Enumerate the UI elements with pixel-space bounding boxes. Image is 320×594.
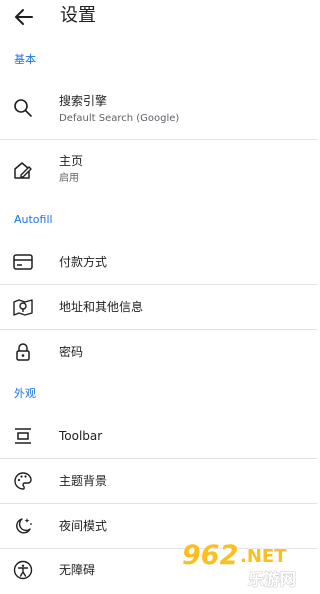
svg-text:乐游网: 乐游网 <box>248 570 296 589</box>
app-bar: 设置 <box>0 0 317 34</box>
svg-text:962: 962 <box>182 540 238 571</box>
moon-stars-icon <box>12 515 34 537</box>
search-engine-value: Default Search (Google) <box>59 113 180 124</box>
settings-item-payment-methods[interactable]: 付款方式 <box>0 240 317 284</box>
homepage-value: 启用 <box>59 173 79 184</box>
toolbar-label: Toolbar <box>59 429 103 443</box>
settings-item-addresses[interactable]: 地址和其他信息 <box>0 285 317 329</box>
accessibility-label: 无障碍 <box>59 563 96 577</box>
svg-text:.NET: .NET <box>240 546 287 567</box>
settings-item-search-engine[interactable]: 搜索引擎 Default Search (Google) <box>0 80 317 139</box>
homepage-label: 主页 <box>59 154 84 168</box>
arrow-left-icon <box>15 9 33 25</box>
settings-item-toolbar[interactable]: Toolbar <box>0 414 317 458</box>
night-mode-label: 夜间模式 <box>59 519 108 533</box>
lock-icon <box>12 341 34 363</box>
settings-item-passwords[interactable]: 密码 <box>0 330 317 374</box>
section-header-appearance: 外观 <box>14 387 36 400</box>
passwords-label: 密码 <box>59 345 84 359</box>
page-title: 设置 <box>60 5 96 26</box>
addresses-label: 地址和其他信息 <box>59 300 144 314</box>
watermark-logo: 962 .NET 乐游网 <box>178 538 317 590</box>
section-header-basic: 基本 <box>14 53 36 66</box>
home-edit-icon <box>12 159 34 181</box>
section-header-autofill: Autofill <box>14 213 53 226</box>
theme-label: 主题背景 <box>59 474 108 488</box>
back-button[interactable] <box>12 6 36 28</box>
search-engine-label: 搜索引擎 <box>59 94 108 108</box>
credit-card-icon <box>12 251 34 273</box>
settings-item-theme[interactable]: 主题背景 <box>0 459 317 503</box>
palette-icon <box>12 470 34 492</box>
map-pin-icon <box>12 296 34 318</box>
search-icon <box>12 97 34 119</box>
accessibility-icon <box>12 559 34 581</box>
toolbar-icon <box>12 425 34 447</box>
settings-item-homepage[interactable]: 主页 启用 <box>0 140 317 200</box>
payment-methods-label: 付款方式 <box>59 255 108 269</box>
